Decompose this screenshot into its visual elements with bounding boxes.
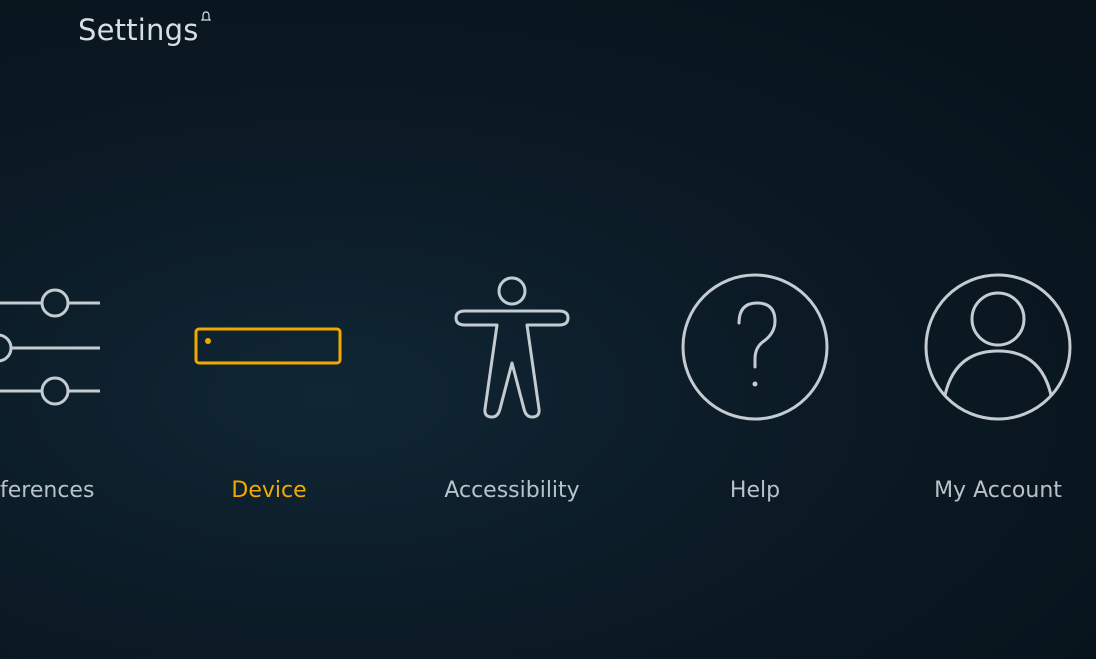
notification-bell-icon[interactable] [200, 8, 211, 27]
menu-item-help[interactable]: Help [635, 262, 875, 522]
help-icon [635, 262, 875, 432]
menu-item-device[interactable]: Device [149, 262, 389, 522]
header: Settings [78, 10, 211, 50]
menu-item-label: Help [729, 478, 781, 503]
menu-item-label: Device [231, 478, 307, 503]
menu-item-accessibility[interactable]: Accessibility [392, 262, 632, 522]
menu-item-my-account[interactable]: My Account [878, 262, 1096, 522]
menu-item-label: My Account [934, 478, 1062, 503]
account-icon [878, 262, 1096, 432]
device-icon [149, 262, 389, 432]
accessibility-icon [392, 262, 632, 432]
menu-item-label: Accessibility [444, 478, 580, 503]
page-title: Settings [78, 13, 199, 47]
